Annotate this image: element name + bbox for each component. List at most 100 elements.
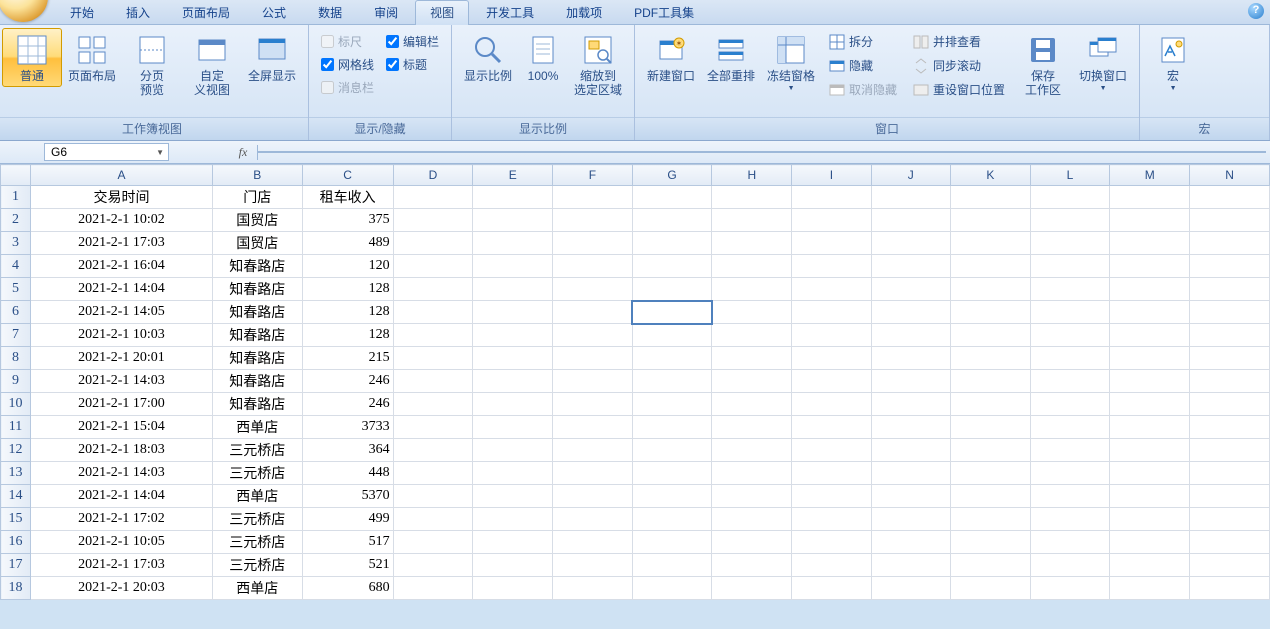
cell[interactable] (1190, 439, 1270, 462)
cell[interactable] (632, 416, 712, 439)
cell[interactable] (393, 209, 473, 232)
cell[interactable] (871, 255, 950, 278)
cell[interactable]: 2021-2-1 17:03 (31, 554, 213, 577)
cell[interactable]: 2021-2-1 14:03 (31, 370, 213, 393)
cell[interactable] (1110, 347, 1190, 370)
col-header-M[interactable]: M (1110, 165, 1190, 186)
cell[interactable]: 2021-2-1 14:04 (31, 485, 213, 508)
cell[interactable]: 西单店 (212, 485, 302, 508)
cell[interactable] (553, 393, 633, 416)
col-header-E[interactable]: E (473, 165, 553, 186)
cell[interactable] (1190, 186, 1270, 209)
cell[interactable] (553, 347, 633, 370)
cell[interactable] (1190, 554, 1270, 577)
cell[interactable]: 246 (302, 370, 393, 393)
cell[interactable] (712, 324, 792, 347)
row-header-8[interactable]: 8 (1, 347, 31, 370)
cell[interactable] (871, 416, 950, 439)
cell[interactable] (871, 347, 950, 370)
cell[interactable] (553, 278, 633, 301)
cell[interactable]: 2021-2-1 14:03 (31, 462, 213, 485)
zoom-selection-button[interactable]: 缩放到 选定区域 (568, 28, 628, 101)
col-header-F[interactable]: F (553, 165, 633, 186)
row-header-16[interactable]: 16 (1, 531, 31, 554)
cell[interactable] (871, 508, 950, 531)
cell[interactable] (1030, 301, 1110, 324)
cell[interactable] (393, 347, 473, 370)
chevron-down-icon[interactable]: ▼ (156, 148, 164, 157)
office-button[interactable] (0, 0, 48, 22)
cell[interactable] (871, 554, 950, 577)
cell[interactable] (1030, 370, 1110, 393)
cell[interactable] (553, 324, 633, 347)
cell[interactable] (1030, 416, 1110, 439)
cell[interactable] (951, 209, 1031, 232)
custom-views-button[interactable]: 自定 义视图 (182, 28, 242, 101)
cell[interactable] (473, 531, 553, 554)
cell[interactable]: 499 (302, 508, 393, 531)
cell[interactable] (1190, 577, 1270, 600)
cell[interactable] (473, 278, 553, 301)
row-header-9[interactable]: 9 (1, 370, 31, 393)
cell[interactable]: 2021-2-1 10:02 (31, 209, 213, 232)
cell[interactable] (632, 577, 712, 600)
cell[interactable] (951, 439, 1031, 462)
cell[interactable] (1030, 209, 1110, 232)
cell[interactable]: 2021-2-1 18:03 (31, 439, 213, 462)
cell[interactable] (792, 508, 871, 531)
cell[interactable]: 知春路店 (212, 301, 302, 324)
cell[interactable] (553, 232, 633, 255)
cell[interactable] (1190, 232, 1270, 255)
cell[interactable] (871, 577, 950, 600)
cell[interactable] (632, 508, 712, 531)
name-box-input[interactable] (49, 144, 143, 160)
cell[interactable] (1110, 370, 1190, 393)
cell[interactable] (632, 301, 712, 324)
cell[interactable] (1190, 485, 1270, 508)
col-header-K[interactable]: K (951, 165, 1031, 186)
tab-9[interactable]: PDF工具集 (619, 0, 709, 25)
cell[interactable] (712, 186, 792, 209)
row-header-13[interactable]: 13 (1, 462, 31, 485)
tab-5[interactable]: 审阅 (359, 0, 413, 25)
cell[interactable] (473, 416, 553, 439)
cell[interactable]: 知春路店 (212, 370, 302, 393)
cell[interactable] (473, 232, 553, 255)
cell[interactable] (871, 370, 950, 393)
cell[interactable] (712, 347, 792, 370)
cell[interactable] (393, 416, 473, 439)
cell[interactable] (1190, 278, 1270, 301)
cell[interactable]: 2021-2-1 10:03 (31, 324, 213, 347)
cell[interactable] (712, 301, 792, 324)
arrange-all-button[interactable]: 全部重排 (701, 28, 761, 87)
headings-checkbox[interactable]: 标题 (386, 56, 439, 73)
fullscreen-button[interactable]: 全屏显示 (242, 28, 302, 87)
cell[interactable] (553, 416, 633, 439)
cell[interactable]: 知春路店 (212, 278, 302, 301)
col-header-D[interactable]: D (393, 165, 473, 186)
cell[interactable] (632, 462, 712, 485)
cell[interactable] (951, 416, 1031, 439)
cell[interactable] (393, 370, 473, 393)
cell[interactable] (871, 485, 950, 508)
cell[interactable]: 2021-2-1 20:03 (31, 577, 213, 600)
freeze-panes-button[interactable]: 冻结窗格 ▼ (761, 28, 821, 96)
tab-7[interactable]: 开发工具 (471, 0, 549, 25)
zoom-button[interactable]: 显示比例 (458, 28, 518, 87)
cell[interactable] (1110, 209, 1190, 232)
cell[interactable] (792, 232, 871, 255)
cell[interactable] (553, 485, 633, 508)
cell[interactable] (1190, 416, 1270, 439)
cell[interactable]: 三元桥店 (212, 462, 302, 485)
cell[interactable] (632, 324, 712, 347)
cell[interactable] (1030, 393, 1110, 416)
cell[interactable] (871, 439, 950, 462)
cell[interactable] (792, 324, 871, 347)
cell[interactable] (712, 554, 792, 577)
split-button[interactable]: 拆分 (825, 31, 901, 52)
cell[interactable] (1110, 186, 1190, 209)
cell[interactable] (632, 347, 712, 370)
cell[interactable] (1190, 209, 1270, 232)
cell[interactable]: 租车收入 (302, 186, 393, 209)
col-header-C[interactable]: C (302, 165, 393, 186)
